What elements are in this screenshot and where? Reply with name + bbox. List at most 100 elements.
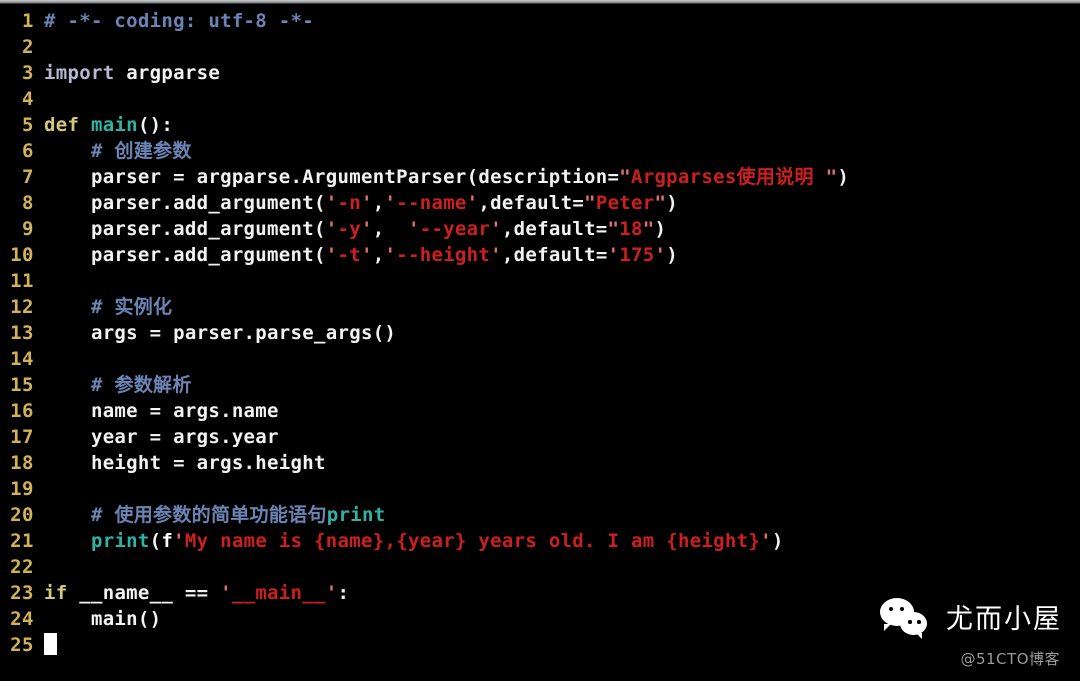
code-line[interactable]: 4 — [0, 86, 1080, 112]
code-line[interactable]: 15 # 参数解析 — [0, 372, 1080, 398]
line-content[interactable]: # -*- coding: utf-8 -*- — [44, 8, 1080, 34]
watermark-main-row: 尤而小屋 — [880, 596, 1062, 642]
wechat-logo-icon — [880, 596, 936, 642]
line-content[interactable]: # 实例化 — [44, 294, 1080, 320]
token-quote: ' — [654, 244, 667, 266]
code-line[interactable]: 6 # 创建参数 — [0, 138, 1080, 164]
line-number: 24 — [10, 608, 34, 630]
token-quote: ' — [173, 530, 185, 552]
token-quote: ' — [360, 244, 373, 266]
line-number: 18 — [10, 452, 34, 474]
code-line[interactable]: 20 # 使用参数的简单功能语句print — [0, 502, 1080, 528]
token-quote: ' — [490, 244, 502, 266]
code-line[interactable]: 9 parser.add_argument('-y', '--year',def… — [0, 216, 1080, 242]
line-content[interactable]: args = parser.parse_args() — [44, 320, 1080, 346]
line-content[interactable]: parser.add_argument('-y', '--year',defau… — [44, 216, 1080, 242]
code-line[interactable]: 17 year = args.year — [0, 424, 1080, 450]
token-fprefix: f — [161, 530, 174, 552]
line-content[interactable]: # 参数解析 — [44, 372, 1080, 398]
code-line[interactable]: 1 # -*- coding: utf-8 -*- — [0, 8, 1080, 34]
token-plain: , — [372, 244, 385, 266]
token-quote: " — [584, 192, 596, 214]
watermark-title: 尤而小屋 — [946, 603, 1062, 635]
code-line[interactable]: 5 def main(): — [0, 112, 1080, 138]
token-plain: __name__ == — [67, 582, 221, 604]
token-string: --height — [396, 244, 491, 266]
code-line[interactable]: 3 import argparse — [0, 60, 1080, 86]
token-plain: ) — [666, 192, 679, 214]
token-func: print — [90, 530, 150, 552]
token-string: --name — [396, 192, 467, 214]
token-plain: ,default= — [501, 218, 608, 240]
token-quote: " — [619, 166, 631, 188]
token-string: Peter — [595, 192, 655, 214]
token-string: -t — [337, 244, 361, 266]
token-plain: , — [372, 192, 385, 214]
line-number: 21 — [10, 530, 34, 552]
code-line[interactable]: 12 # 实例化 — [0, 294, 1080, 320]
token-string: 18 — [619, 218, 643, 240]
line-number: 23 — [10, 582, 34, 604]
token-plain: ) — [666, 244, 679, 266]
code-line[interactable]: 10 parser.add_argument('-t','--height',d… — [0, 242, 1080, 268]
line-content[interactable]: def main(): — [44, 112, 1080, 138]
line-content[interactable]: print(f'My name is {name},{year} years o… — [44, 528, 1080, 554]
token-quote: ' — [220, 582, 232, 604]
line-content[interactable]: parser.add_argument('-n','--name',defaul… — [44, 190, 1080, 216]
line-number: 20 — [10, 504, 34, 526]
code-line[interactable]: 11 — [0, 268, 1080, 294]
code-line[interactable]: 21 print(f'My name is {name},{year} year… — [0, 528, 1080, 554]
line-number: 22 — [10, 556, 34, 578]
token-func: main — [90, 114, 138, 136]
line-number: 4 — [22, 88, 34, 110]
token-plain: ) — [837, 166, 850, 188]
line-content[interactable]: # 创建参数 — [44, 138, 1080, 164]
token-import: import — [44, 62, 115, 84]
token-quote: ' — [325, 582, 338, 604]
line-number: 16 — [10, 400, 34, 422]
text-cursor — [44, 633, 57, 655]
line-content[interactable]: parser = argparse.ArgumentParser(descrip… — [44, 164, 1080, 190]
line-number: 7 — [22, 166, 34, 188]
token-quote: ' — [490, 218, 502, 240]
token-string: __main__ — [231, 582, 326, 604]
code-line[interactable]: 2 — [0, 34, 1080, 60]
code-line[interactable]: 13 args = parser.parse_args() — [0, 320, 1080, 346]
line-content[interactable]: year = args.year — [44, 424, 1080, 450]
token-plain: parser = argparse.ArgumentParser(descrip… — [44, 166, 620, 188]
line-content[interactable]: name = args.name — [44, 398, 1080, 424]
token-quote: ' — [360, 218, 373, 240]
code-line[interactable]: 19 — [0, 476, 1080, 502]
line-number: 10 — [10, 244, 34, 266]
token-plain: ,default= — [478, 192, 585, 214]
token-keyword: if — [44, 582, 68, 604]
line-content[interactable]: height = args.height — [44, 450, 1080, 476]
token-comment: # -*- coding: utf-8 -*- — [44, 10, 314, 32]
window-top-edge — [0, 0, 1080, 4]
code-line[interactable]: 16 name = args.name — [0, 398, 1080, 424]
line-number: 8 — [22, 192, 34, 214]
code-editor-pane[interactable]: 1 # -*- coding: utf-8 -*- 2 3 import argpars… — [0, 8, 1080, 681]
code-line[interactable]: 14 — [0, 346, 1080, 372]
code-line[interactable]: 8 parser.add_argument('-n','--name',defa… — [0, 190, 1080, 216]
line-content[interactable]: import argparse — [44, 60, 1080, 86]
token-plain: (): — [137, 114, 174, 136]
token-quote: ' — [360, 192, 373, 214]
line-content[interactable]: # 使用参数的简单功能语句print — [44, 502, 1080, 528]
token-string: Argparses使用说明 — [630, 166, 826, 188]
code-editor-screenshot: 1 # -*- coding: utf-8 -*- 2 3 import argpars… — [0, 0, 1080, 681]
token-plain: name = args.name — [44, 400, 279, 422]
token-plain: : — [337, 582, 350, 604]
token-plain: ) — [771, 530, 784, 552]
line-content[interactable]: parser.add_argument('-t','--height',defa… — [44, 242, 1080, 268]
code-line[interactable]: 22 — [0, 554, 1080, 580]
code-line[interactable]: 7 parser = argparse.ArgumentParser(descr… — [0, 164, 1080, 190]
line-number: 5 — [22, 114, 34, 136]
code-line[interactable]: 18 height = args.height — [0, 450, 1080, 476]
token-comment: # 实例化 — [90, 296, 173, 318]
line-number: 11 — [10, 270, 34, 292]
